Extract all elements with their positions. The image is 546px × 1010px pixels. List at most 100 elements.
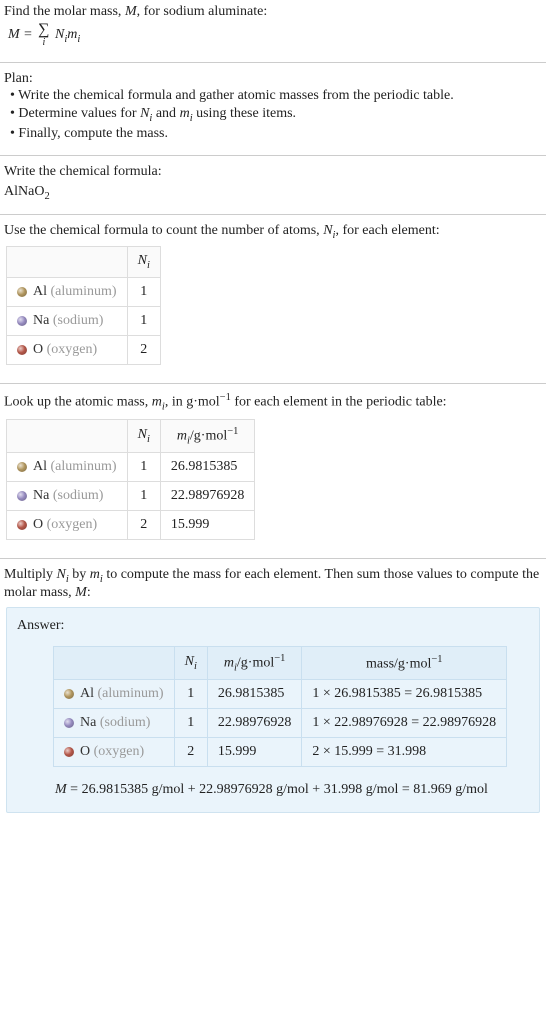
mass-table: Ni mi/g·mol−1 Al (aluminum) 1 26.9815385… <box>6 419 255 540</box>
n-value: 1 <box>127 307 160 336</box>
intro-equation: M = ∑ i Nimi <box>4 20 542 50</box>
element-name: (aluminum) <box>98 686 164 701</box>
element-symbol: Na <box>33 488 49 503</box>
n-value: 1 <box>174 709 207 738</box>
mass-heading-exp: −1 <box>220 392 231 403</box>
count-heading: Use the chemical formula to count the nu… <box>4 223 542 241</box>
divider <box>0 62 546 63</box>
mass-heading-text: for each element in the periodic table: <box>231 395 447 410</box>
intro-line: Find the molar mass, M, for sodium alumi… <box>4 4 542 20</box>
col-m-unit-exp: −1 <box>274 653 285 664</box>
element-cell: O (oxygen) <box>54 738 175 767</box>
element-symbol: Al <box>80 686 94 701</box>
mass-m: m <box>152 395 162 410</box>
formula-sub: 2 <box>44 191 49 202</box>
table-row: O (oxygen) 2 <box>7 336 161 365</box>
table-header-N: Ni <box>127 419 160 452</box>
element-name: (oxygen) <box>94 744 145 759</box>
plan-item-text: using these items. <box>193 106 296 121</box>
multiply-heading: Multiply Ni by mi to compute the mass fo… <box>4 567 542 601</box>
mult-M: M <box>75 585 87 600</box>
count-heading-text: , for each element: <box>335 223 439 238</box>
mass-section: Look up the atomic mass, mi, in g·mol−1 … <box>0 388 546 554</box>
element-symbol: Al <box>33 284 47 299</box>
mult-N: N <box>57 567 66 582</box>
eq-M: M <box>8 27 20 42</box>
intro-section: Find the molar mass, M, for sodium alumi… <box>0 0 546 58</box>
eq-N: N <box>55 27 64 42</box>
formula-section: Write the chemical formula: AlNaO2 <box>0 160 546 210</box>
m-value: 26.9815385 <box>160 453 255 482</box>
answer-box: Answer: Ni mi/g·mol−1 mass/g·mol−1 Al (a… <box>6 607 540 813</box>
element-swatch-icon <box>17 287 27 297</box>
multiply-section: Multiply Ni by mi to compute the mass fo… <box>0 563 546 829</box>
col-m-unit-exp: −1 <box>227 426 238 437</box>
table-row: Na (sodium) 1 <box>7 307 161 336</box>
element-symbol: O <box>33 517 43 532</box>
m-value: 22.98976928 <box>207 709 302 738</box>
table-row: O (oxygen) 2 15.999 <box>7 511 255 540</box>
mult-text: by <box>69 567 90 582</box>
plan-list: • Write the chemical formula and gather … <box>4 87 542 143</box>
plan-section: Plan: • Write the chemical formula and g… <box>0 67 546 151</box>
plan-item: • Determine values for Ni and mi using t… <box>10 105 542 125</box>
eq-equals: = <box>20 27 36 42</box>
plan-item-text: • Determine values for <box>10 106 140 121</box>
table-row: O (oxygen) 2 15.999 2 × 15.999 = 31.998 <box>54 738 507 767</box>
n-value: 2 <box>127 336 160 365</box>
mass-expr: 2 × 15.999 = 31.998 <box>302 738 507 767</box>
mult-text: Multiply <box>4 567 57 582</box>
col-N-sub: i <box>147 434 150 445</box>
plan-m: m <box>180 106 190 121</box>
element-name: (sodium) <box>53 313 104 328</box>
element-swatch-icon <box>17 462 27 472</box>
col-N-sub: i <box>194 661 197 672</box>
element-name: (sodium) <box>100 715 151 730</box>
divider <box>0 558 546 559</box>
table-header-row: Ni <box>7 247 161 278</box>
count-table: Ni Al (aluminum) 1 Na (sodium) 1 O (oxyg… <box>6 246 161 365</box>
element-symbol: Na <box>80 715 96 730</box>
element-name: (oxygen) <box>47 342 98 357</box>
element-swatch-icon <box>17 316 27 326</box>
plan-item: • Finally, compute the mass. <box>10 125 542 143</box>
formula-main: AlNaO <box>4 184 44 199</box>
element-cell: Al (aluminum) <box>54 680 175 709</box>
table-row: Na (sodium) 1 22.98976928 1 × 22.9897692… <box>54 709 507 738</box>
element-cell: Al (aluminum) <box>7 453 128 482</box>
divider <box>0 383 546 384</box>
element-swatch-icon <box>64 689 74 699</box>
element-symbol: O <box>80 744 90 759</box>
table-row: Na (sodium) 1 22.98976928 <box>7 482 255 511</box>
count-section: Use the chemical formula to count the nu… <box>0 219 546 380</box>
element-swatch-icon <box>64 718 74 728</box>
col-N: N <box>138 427 147 442</box>
formula-heading: Write the chemical formula: <box>4 164 542 180</box>
intro-var-M: M <box>125 4 137 19</box>
eq-m-sub: i <box>77 34 80 45</box>
plan-heading: Plan: <box>4 71 542 87</box>
eq-m: m <box>67 27 77 42</box>
table-header-N: Ni <box>174 646 207 679</box>
element-name: (oxygen) <box>47 517 98 532</box>
chemical-formula: AlNaO2 <box>4 180 542 202</box>
element-cell: Na (sodium) <box>54 709 175 738</box>
element-cell: Na (sodium) <box>7 307 128 336</box>
table-header-N: Ni <box>127 247 160 278</box>
final-equation: M = 26.9815385 g/mol + 22.98976928 g/mol… <box>51 773 531 800</box>
final-expr: = 26.9815385 g/mol + 22.98976928 g/mol +… <box>67 782 488 797</box>
element-cell: Al (aluminum) <box>7 278 128 307</box>
table-header-row: Ni mi/g·mol−1 mass/g·mol−1 <box>54 646 507 679</box>
element-cell: O (oxygen) <box>7 336 128 365</box>
table-header-mass: mass/g·mol−1 <box>302 646 507 679</box>
n-value: 2 <box>127 511 160 540</box>
mult-text: : <box>87 585 91 600</box>
count-N: N <box>323 223 332 238</box>
col-N: N <box>138 253 147 268</box>
col-mass-exp: −1 <box>431 654 442 665</box>
table-row: Al (aluminum) 1 26.9815385 1 × 26.981538… <box>54 680 507 709</box>
intro-text: Find the molar mass, <box>4 4 125 19</box>
table-header-blank <box>7 247 128 278</box>
element-symbol: Na <box>33 313 49 328</box>
mult-m: m <box>90 567 100 582</box>
